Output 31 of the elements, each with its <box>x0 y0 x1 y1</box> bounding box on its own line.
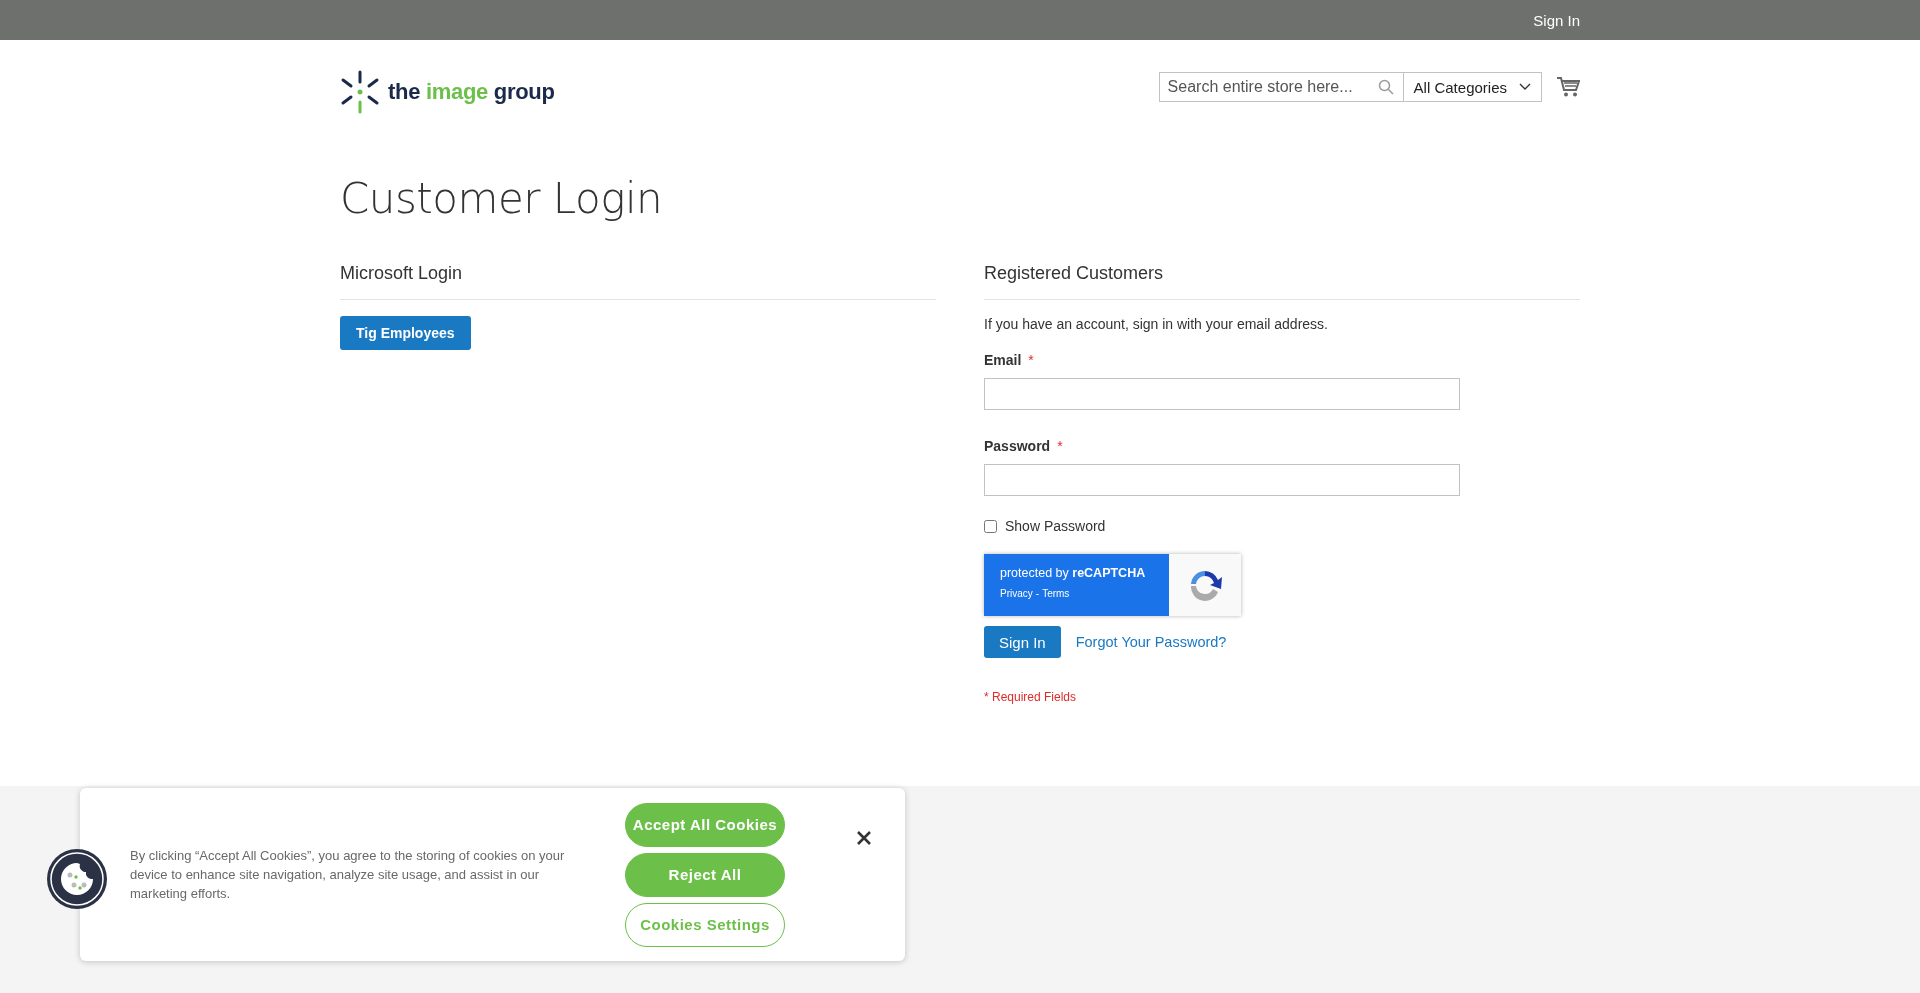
recaptcha-text: protected by reCAPTCHA <box>1000 566 1147 580</box>
recaptcha-link[interactable]: Terms <box>1042 588 1070 599</box>
required-mark: * <box>1057 438 1063 454</box>
sign-in-link[interactable]: Sign In <box>1533 11 1580 29</box>
cart-icon[interactable] <box>1556 76 1580 98</box>
field-label: Email <box>984 352 1022 368</box>
close-icon[interactable] <box>857 831 871 845</box>
required-fields-note: * Required Fields <box>984 690 1078 704</box>
input-field[interactable] <box>984 378 1460 410</box>
show-password-checkbox[interactable] <box>984 519 997 533</box>
page-title: Customer Login <box>340 174 664 223</box>
logo-icon <box>340 70 380 114</box>
forgot-password-link[interactable]: Forgot Your Password? <box>1075 634 1227 650</box>
separator-text: - <box>1035 588 1040 599</box>
field-label: Password <box>984 438 1051 454</box>
cookie-notice-text: By clicking “Accept All Cookies”, you agree to the storing of cookies on your device to enhance site navigation, analyze site usage, and assist in our marketing efforts. <box>130 847 566 903</box>
recaptcha-link[interactable]: Privacy <box>1000 588 1033 599</box>
logo[interactable]: the image group <box>340 70 555 114</box>
intro-text: If you have an account, sign in with your email address. <box>984 316 1329 332</box>
search-icon <box>1377 79 1394 95</box>
checkbox-label: Show Password <box>1005 518 1106 534</box>
caret-icon <box>1519 83 1531 91</box>
input-field[interactable] <box>984 464 1460 496</box>
search-field[interactable]: Search entire store here... <box>1158 72 1404 102</box>
cookie-icon[interactable] <box>46 848 108 910</box>
sign-in-button[interactable]: Sign In <box>984 626 1061 658</box>
required-mark: * <box>1028 352 1034 368</box>
section-heading: Microsoft Login <box>340 263 936 300</box>
section-heading: Registered Customers <box>984 263 1580 300</box>
category-dropdown[interactable]: All Categories <box>1403 72 1542 102</box>
tig-employees-button[interactable]: Tig Employees <box>340 316 471 350</box>
